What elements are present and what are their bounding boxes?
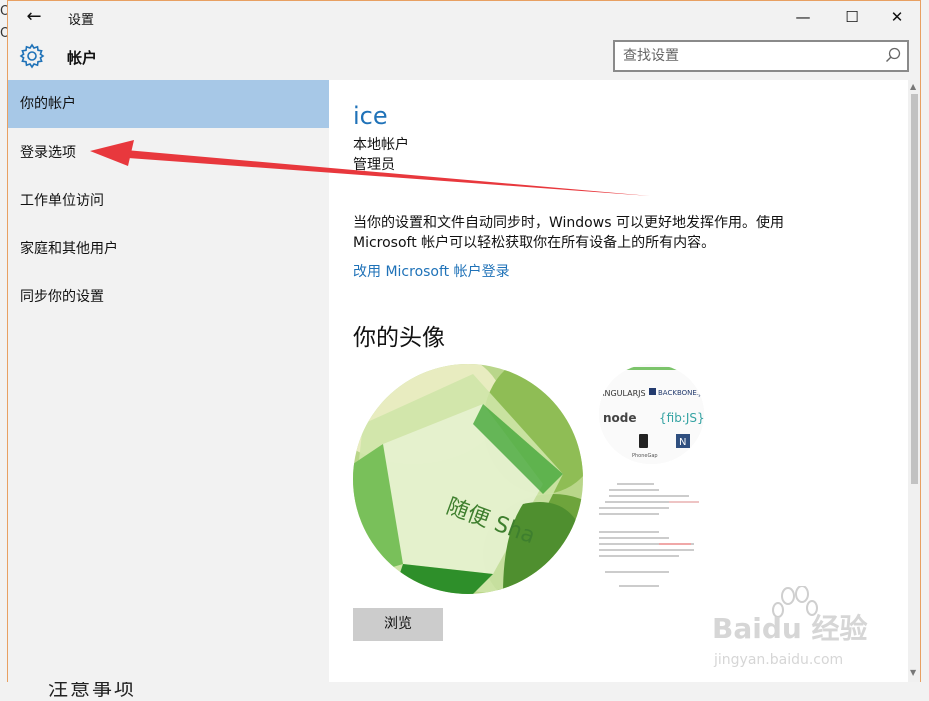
- watermark-url: jingyan.baidu.com: [713, 652, 843, 668]
- sidebar-item-sign-in-options[interactable]: 登录选项: [8, 129, 329, 177]
- sidebar-item-your-account[interactable]: 你的帐户: [8, 80, 329, 128]
- document-thumbnail: [599, 476, 704, 596]
- content-scrollbar[interactable]: ▲ ▼: [908, 80, 920, 682]
- close-button[interactable]: ✕: [874, 1, 920, 34]
- page-title: 帐户: [67, 49, 98, 67]
- sidebar-item-sync-settings[interactable]: 同步你的设置: [8, 273, 329, 321]
- search-box[interactable]: [613, 40, 909, 72]
- page-header: 帐户: [8, 34, 920, 80]
- scroll-up-arrow-icon[interactable]: ▲: [910, 82, 916, 91]
- browse-button[interactable]: 浏览: [353, 608, 443, 641]
- thumb-label-phonegap: PhoneGap: [632, 453, 658, 459]
- account-type: 本地帐户: [353, 137, 409, 153]
- avatar-candy-photo: 随便 Sha: [353, 364, 583, 594]
- watermark-brand: Baidu 经验: [712, 612, 868, 645]
- title-bar: ← 设置 — ☐ ✕: [8, 1, 920, 34]
- thumb-label-angular: ANGULARJS: [599, 389, 646, 398]
- thumb-label-backbone: BACKBONE.JS: [658, 389, 704, 397]
- search-icon[interactable]: [884, 46, 902, 64]
- thumb-label-fib: {fib:JS}: [659, 411, 704, 425]
- avatar-image: 随便 Sha: [353, 364, 583, 594]
- sync-description: 当你的设置和文件自动同步时，Windows 可以更好地发挥作用。使用 Micro…: [353, 215, 784, 251]
- window-title: 设置: [68, 13, 95, 28]
- account-role: 管理员: [353, 157, 395, 173]
- avatar-heading: 你的头像: [353, 325, 445, 351]
- search-input[interactable]: [623, 46, 873, 66]
- microsoft-account-link[interactable]: 改用 Microsoft 帐户登录: [353, 261, 510, 281]
- user-name: ice: [353, 102, 388, 130]
- sidebar-item-work-access[interactable]: 工作单位访问: [8, 177, 329, 225]
- sidebar: 你的帐户 登录选项 工作单位访问 家庭和其他用户 同步你的设置: [8, 80, 329, 682]
- scroll-down-arrow-icon[interactable]: ▼: [910, 668, 916, 677]
- back-arrow-icon[interactable]: ←: [22, 6, 46, 28]
- scroll-thumb[interactable]: [911, 94, 918, 484]
- gear-icon: [19, 43, 45, 69]
- thumb-label-n: N: [679, 437, 686, 448]
- sidebar-item-family-users[interactable]: 家庭和其他用户: [8, 225, 329, 273]
- maximize-button[interactable]: ☐: [829, 1, 875, 34]
- avatar-thumbnail-2[interactable]: [599, 476, 704, 596]
- minimize-button[interactable]: —: [780, 1, 826, 34]
- baidu-watermark: Baidu 经验 jingyan.baidu.com: [712, 586, 868, 668]
- avatar-thumbnail-1[interactable]: ANGULARJS BACKBONE.JS node {fib:JS} Phon…: [599, 364, 704, 464]
- thumb-label-node: node: [603, 411, 637, 425]
- settings-window: ← 设置 — ☐ ✕ 帐户 你的帐户 登录选项 工作单位访问 家庭和其他用户 同…: [7, 0, 921, 682]
- tech-logos-thumbnail: ANGULARJS BACKBONE.JS node {fib:JS} Phon…: [599, 364, 704, 464]
